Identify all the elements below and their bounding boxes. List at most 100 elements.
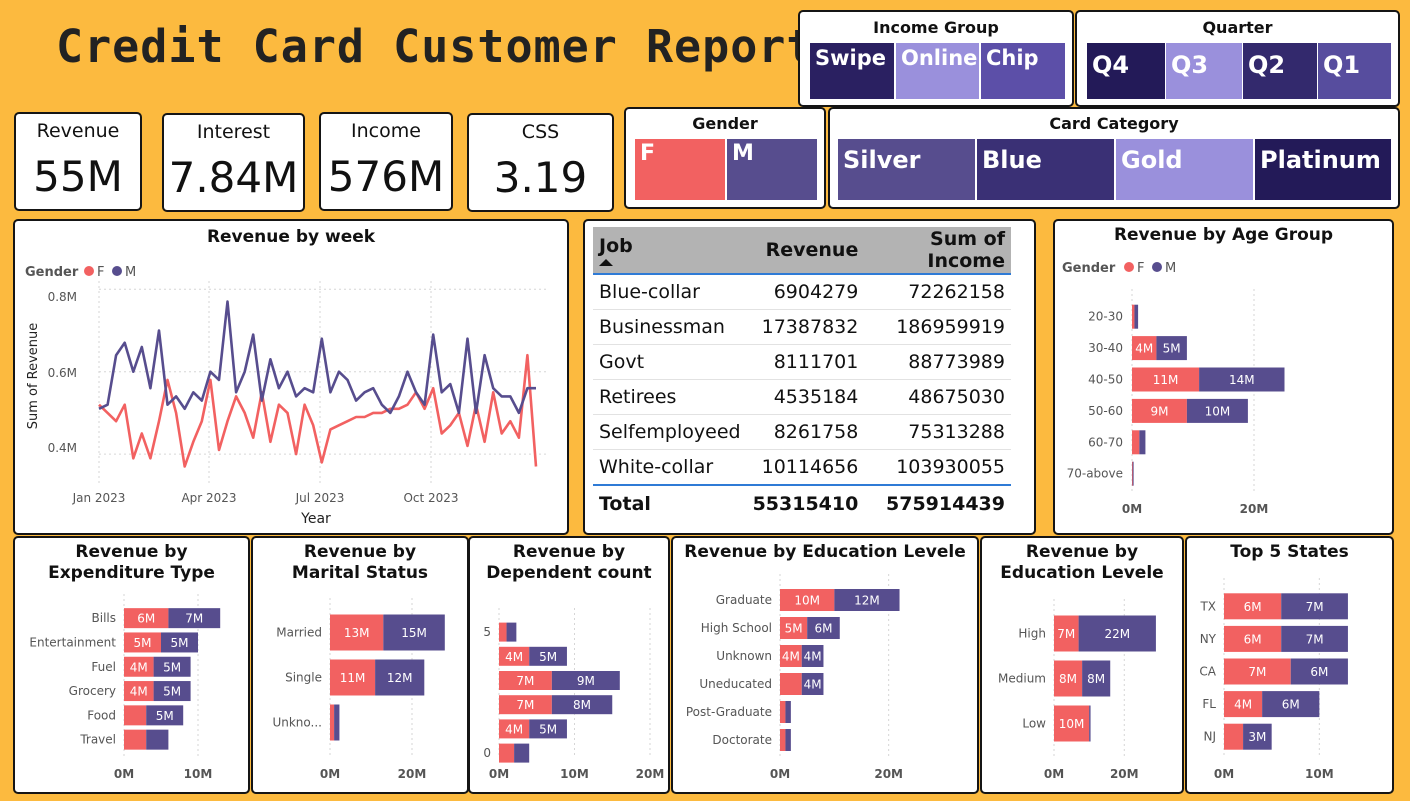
data-label: 4M	[130, 685, 148, 699]
category-label: 50-60	[1088, 404, 1123, 418]
slicer-option-blue[interactable]: Blue	[977, 139, 1114, 200]
slicer-option-label: Q4	[1092, 51, 1130, 79]
x-tick-label: Jan 2023	[72, 491, 126, 505]
x-tick-label: 20M	[1110, 767, 1139, 781]
cell-job: White-collar	[593, 449, 747, 486]
slicer-option-swipe[interactable]: Swipe	[810, 43, 894, 99]
bar-f	[1224, 723, 1244, 750]
age-group-bar-chart[interactable]: Gender F M 0M 20M 20-30 30-40 4M 5M 40-50 11M 14…	[1055, 221, 1392, 533]
slicer-option-label: Q1	[1323, 51, 1361, 79]
data-label: 5M	[134, 636, 152, 650]
slicer-option-platinum[interactable]: Platinum	[1255, 139, 1391, 200]
table-row[interactable]: Govt 8111701 88773989	[593, 344, 1011, 380]
slicer-option-q1[interactable]: Q1	[1318, 43, 1391, 99]
cell-total-label: Total	[593, 484, 747, 522]
slicer-option-f[interactable]: F	[635, 139, 725, 200]
slicer-option-q3[interactable]: Q3	[1166, 43, 1242, 99]
marital-status-bar-chart[interactable]: 0M 20M Married 13M 15M Single 11M 12M Unkno...	[253, 538, 467, 792]
data-label: 7M	[1248, 665, 1266, 679]
column-header-income[interactable]: Sum of Income	[864, 227, 1011, 275]
kpi-value: 7.84M	[168, 153, 299, 202]
category-label: Doctorate	[712, 733, 772, 747]
cell-total-revenue: 55315410	[746, 484, 865, 522]
column-header-revenue[interactable]: Revenue	[746, 227, 865, 275]
data-label: 5M	[539, 722, 557, 736]
slicer-option-online[interactable]: Online	[896, 43, 979, 99]
data-label: 6M	[1244, 632, 1262, 646]
slicer-title: Card Category	[1049, 114, 1179, 133]
bar-m	[506, 622, 517, 642]
bar-m	[1139, 430, 1146, 455]
cell-income: 48675030	[864, 379, 1011, 415]
slicer-option-q4[interactable]: Q4	[1087, 43, 1165, 99]
data-label: 4M	[130, 660, 148, 674]
revenue-by-dependent-count-card: Revenue by Dependent count 0M 10M 20M 5 4M 5M…	[468, 536, 670, 794]
bar-m	[1132, 461, 1134, 486]
slicer-option-silver[interactable]: Silver	[838, 139, 975, 200]
data-label: 10M	[1059, 717, 1085, 731]
data-label: 8M	[1087, 672, 1105, 686]
cell-income: 103930055	[864, 449, 1011, 486]
x-tick-label: 0M	[770, 767, 790, 781]
cell-income: 186959919	[864, 309, 1011, 345]
legend-title: Gender	[25, 265, 79, 280]
x-tick-label: 0M	[1044, 767, 1064, 781]
cell-job: Businessman	[593, 309, 747, 345]
category-label: 30-40	[1088, 341, 1123, 355]
category-label: 20-30	[1088, 310, 1123, 324]
kpi-label: Income	[351, 120, 421, 142]
slicer-option-q2[interactable]: Q2	[1243, 43, 1317, 99]
slicer-option-gold[interactable]: Gold	[1116, 139, 1253, 200]
bar-m	[334, 704, 340, 741]
slicer-option-label: Swipe	[815, 46, 886, 70]
data-label: 7M	[1306, 632, 1324, 646]
data-label: 4M	[782, 650, 800, 664]
data-label: 6M	[1282, 698, 1300, 712]
slicer-option-m[interactable]: M	[727, 139, 817, 200]
top-5-states-bar-chart[interactable]: 0M 10M TX 6M 7M NY 6M 7M CA 7M 6M FL 4M 6M NJ 3M	[1187, 538, 1392, 792]
dependent-count-bar-chart[interactable]: 0M 10M 20M 5 4M 5M 7M 9M 7M 8M 4M 5M 0	[470, 538, 668, 792]
table-header-row: Job Revenue Sum of Income	[593, 227, 1011, 275]
slicer-title: Gender	[692, 114, 758, 133]
x-tick-label: 20M	[398, 767, 427, 781]
bar-f	[780, 673, 802, 695]
bar-f	[499, 743, 515, 763]
category-label: Food	[87, 708, 116, 722]
legend-marker-m	[112, 266, 122, 276]
data-label: 7M	[1057, 627, 1075, 641]
category-label: Grocery	[69, 684, 116, 698]
kpi-income-card: Income 576M	[319, 112, 453, 211]
data-label: 11M	[1153, 373, 1179, 387]
category-label: 70-above	[1067, 467, 1123, 481]
data-label: 7M	[516, 698, 534, 712]
table-row[interactable]: Retirees 4535184 48675030	[593, 379, 1011, 415]
category-label: Entertainment	[29, 635, 116, 649]
kpi-revenue-card: Revenue 55M	[14, 112, 142, 211]
x-tick-label: 0M	[320, 767, 340, 781]
table-row[interactable]: Blue-collar 6904279 72262158	[593, 274, 1011, 310]
data-label: 4M	[804, 678, 822, 692]
revenue-by-age-group-card: Revenue by Age Group Gender F M 0M 20M 20-…	[1053, 219, 1394, 535]
category-label: Graduate	[716, 593, 772, 607]
column-header-job[interactable]: Job	[593, 227, 747, 275]
expenditure-type-bar-chart[interactable]: 0M 10M Bills 6M 7M Entertainment 5M 5M Fuel 4M 5M G…	[15, 538, 248, 792]
revenue-by-expenditure-type-card: Revenue by Expenditure Type 0M 10M Bills 6M…	[13, 536, 250, 794]
table-row[interactable]: Selfemployeed 8261758 75313288	[593, 414, 1011, 450]
table-row[interactable]: White-collar 10114656 103930055	[593, 449, 1011, 486]
category-label: Unknown	[716, 649, 772, 663]
category-label: TX	[1199, 599, 1216, 613]
x-tick-label: 20M	[874, 767, 903, 781]
gender-slicer: Gender F M	[624, 107, 826, 209]
slicer-option-label: Q3	[1171, 51, 1209, 79]
data-label: 6M	[137, 612, 155, 626]
top-5-states-card: Top 5 States 0M 10M TX 6M 7M NY 6M 7M CA 7M 6M FL 4M…	[1185, 536, 1394, 794]
category-label: NY	[1200, 632, 1217, 646]
table-row[interactable]: Businessman 17387832 186959919	[593, 309, 1011, 345]
slicer-option-chip[interactable]: Chip	[981, 43, 1065, 99]
education-levele-bar-chart[interactable]: 0M 20M Graduate 10M 12M High School 5M 6M Unknow…	[673, 538, 977, 792]
cell-income: 75313288	[864, 414, 1011, 450]
line-chart[interactable]: Gender F M 0.8M 0.6M 0.4M Jan 2023 Apr 2…	[15, 221, 567, 533]
education-levele-2-bar-chart[interactable]: 0M 20M High 7M 22M Medium 8M 8M Low 10M	[982, 538, 1182, 792]
legend-label-m: M	[1165, 261, 1176, 276]
data-label: 5M	[163, 660, 181, 674]
